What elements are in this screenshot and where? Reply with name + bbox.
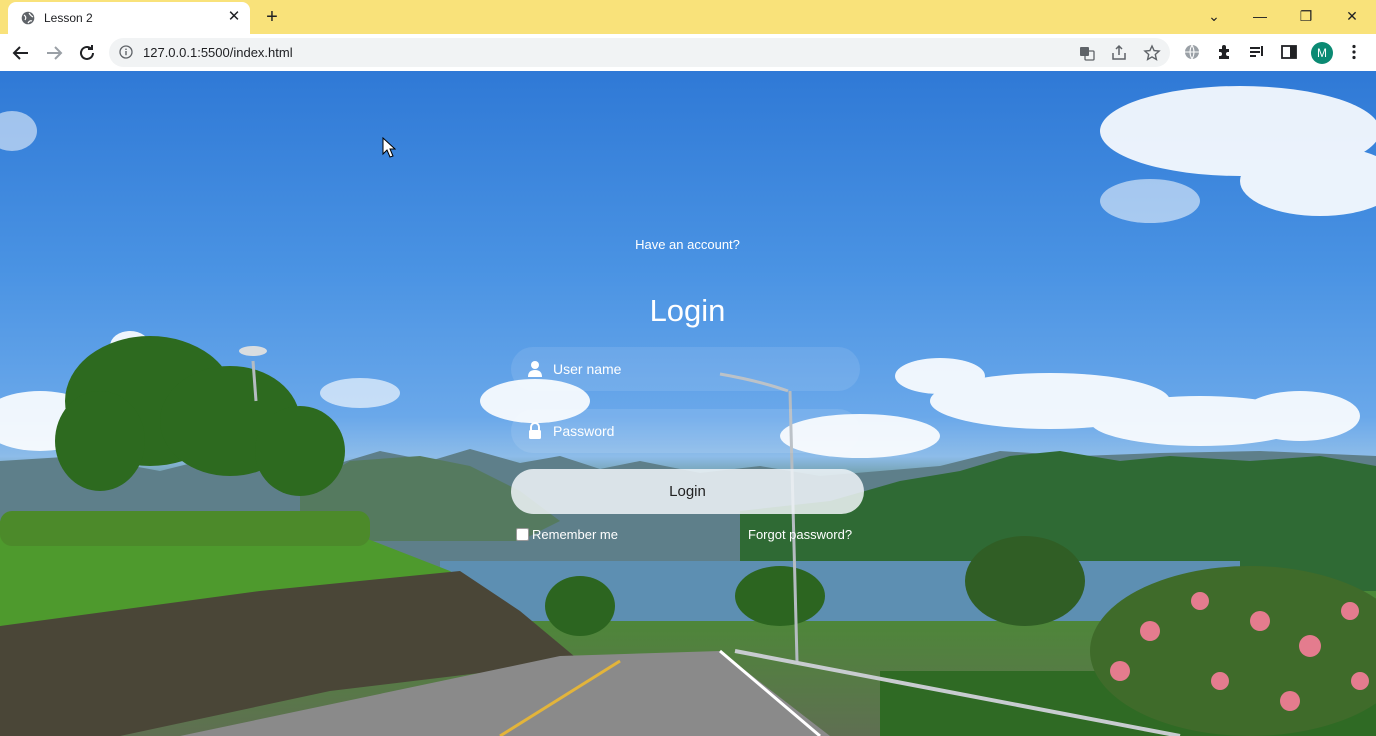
- username-input[interactable]: [553, 347, 843, 391]
- globe-icon: [21, 11, 35, 25]
- restore-button[interactable]: ❐: [1294, 6, 1318, 26]
- remember-label[interactable]: Remember me: [532, 527, 618, 542]
- extensions-icon[interactable]: [1216, 43, 1234, 61]
- browser-toolbar: 127.0.0.1:5500/index.html M: [0, 34, 1376, 72]
- window-close-button[interactable]: ✕: [1340, 6, 1364, 26]
- media-queue-icon[interactable]: [1248, 43, 1266, 61]
- close-icon[interactable]: ✕: [226, 9, 242, 25]
- reload-icon[interactable]: [75, 41, 99, 65]
- minimize-button[interactable]: —: [1248, 6, 1272, 26]
- tab-strip: Lesson 2 ✕ + ⌄ — ❐ ✕: [0, 0, 1376, 34]
- forgot-password-link[interactable]: Forgot password?: [748, 527, 852, 542]
- password-field: [511, 409, 860, 453]
- url-text[interactable]: 127.0.0.1:5500/index.html: [143, 45, 293, 60]
- more-menu-icon[interactable]: [1345, 43, 1363, 61]
- new-tab-button[interactable]: +: [262, 7, 282, 27]
- back-icon[interactable]: [9, 41, 33, 65]
- have-account-text: Have an account?: [635, 237, 740, 252]
- login-form: Have an account? Login Login Remember me…: [511, 231, 864, 551]
- translate-icon[interactable]: [1078, 44, 1096, 62]
- password-input[interactable]: [553, 409, 843, 453]
- tab-title: Lesson 2: [44, 11, 93, 25]
- browser-window: Lesson 2 ✕ + ⌄ — ❐ ✕ 127.0.0.1:5500/inde…: [0, 0, 1376, 736]
- info-icon[interactable]: [119, 45, 133, 59]
- bookmark-star-icon[interactable]: [1143, 44, 1161, 62]
- page-title: Login: [649, 293, 726, 328]
- tab-lesson[interactable]: Lesson 2 ✕: [8, 2, 250, 34]
- profile-avatar[interactable]: M: [1311, 42, 1333, 64]
- lock-icon: [529, 422, 541, 439]
- login-button[interactable]: Login: [511, 469, 864, 514]
- page-viewport: Have an account? Login Login Remember me…: [0, 71, 1376, 736]
- extension-globe-icon[interactable]: [1183, 43, 1201, 61]
- username-field: [511, 347, 860, 391]
- address-bar[interactable]: 127.0.0.1:5500/index.html: [109, 38, 1170, 67]
- remember-checkbox[interactable]: [516, 528, 529, 541]
- share-icon[interactable]: [1110, 44, 1128, 62]
- side-panel-icon[interactable]: [1280, 43, 1298, 61]
- mouse-cursor-icon: [382, 137, 396, 158]
- forward-icon[interactable]: [42, 41, 66, 65]
- user-icon: [528, 361, 542, 377]
- chevron-down-icon[interactable]: ⌄: [1202, 6, 1226, 26]
